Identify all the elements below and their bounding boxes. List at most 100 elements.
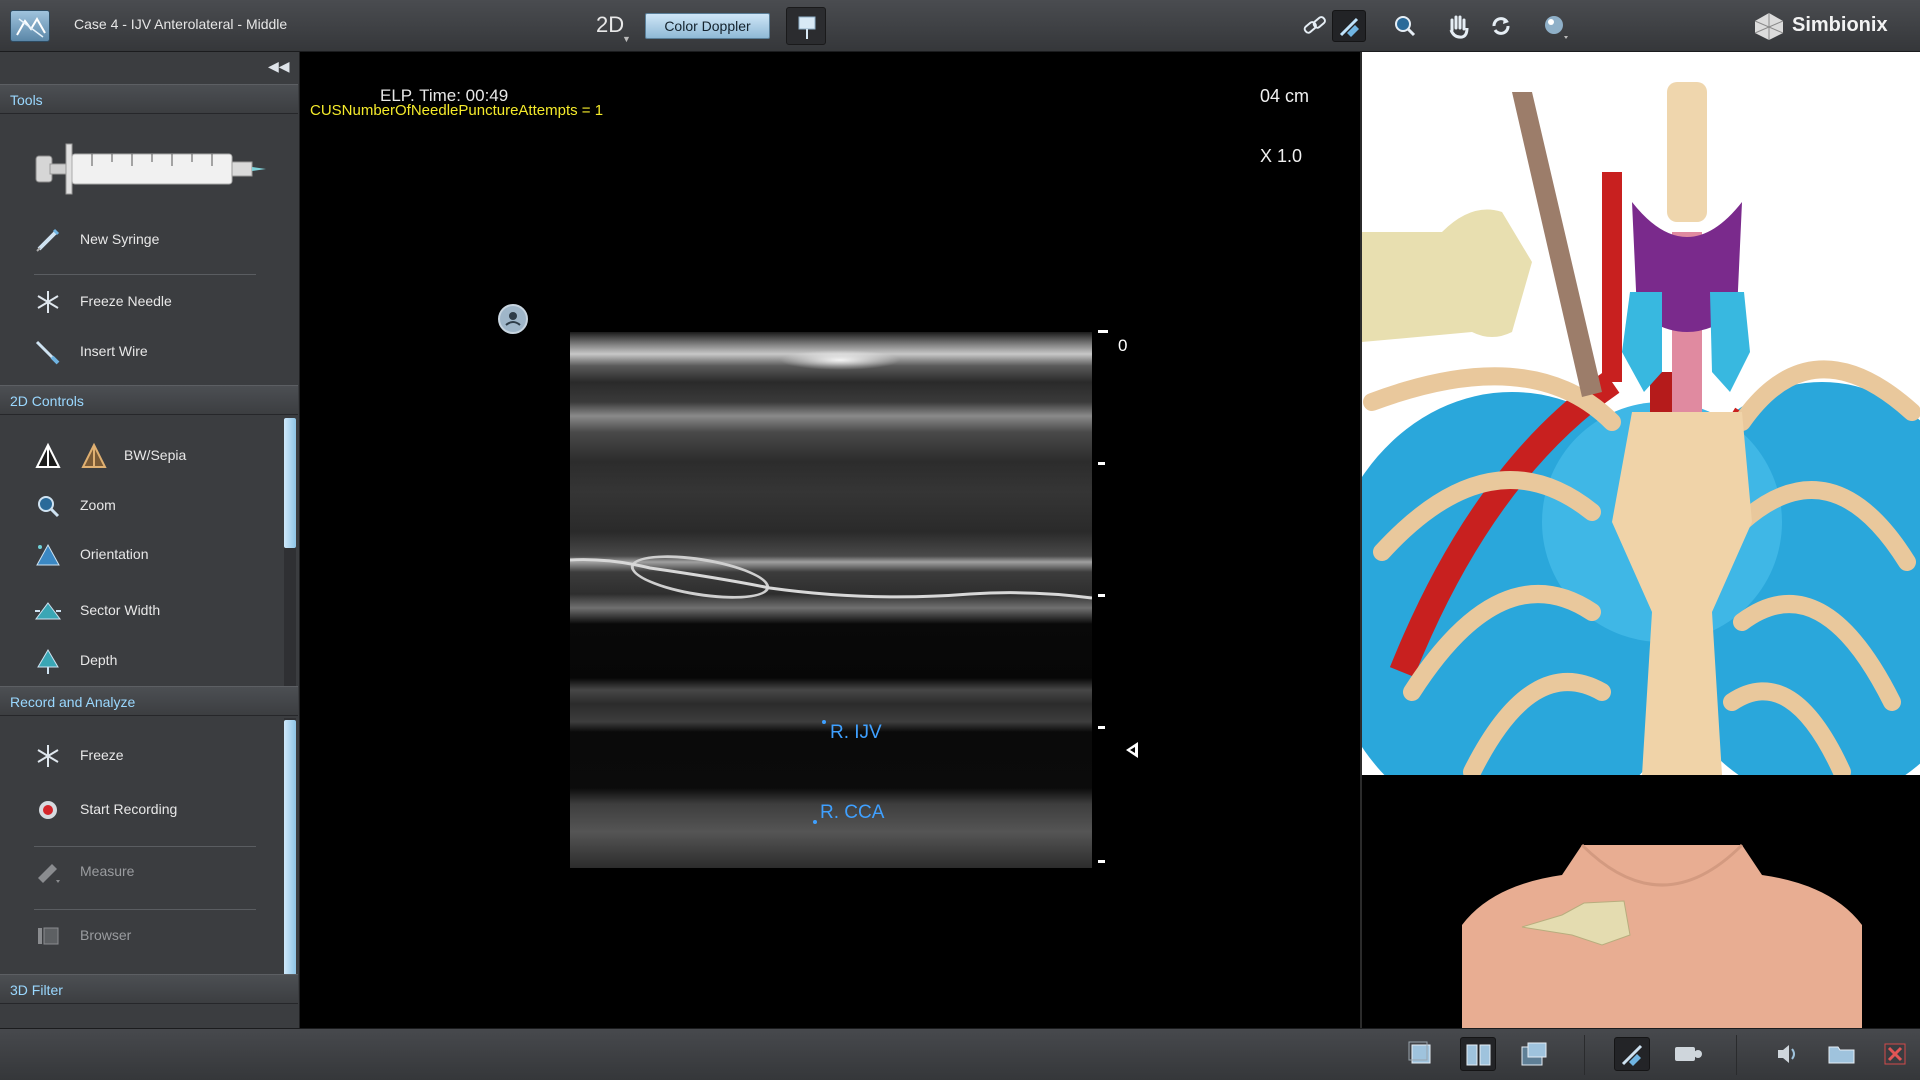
depth-button[interactable]: Depth [0, 641, 280, 681]
simulator-window: Case 4 - IJV Anterolateral - Middle 2D ▼… [0, 0, 1920, 1080]
ultrasound-viewport[interactable]: ELP. Time: 00:49 CUSNumberOfNeedlePunctu… [300, 52, 1360, 1028]
divider [34, 274, 256, 275]
orientation-button[interactable]: Orientation [0, 535, 280, 575]
depth-tick [1098, 330, 1108, 333]
toolbar-separator [1584, 1035, 1585, 1075]
ijv-marker [822, 720, 826, 724]
hand-pan-icon[interactable] [1442, 10, 1476, 42]
collapse-panel-icon[interactable]: ◀◀ [268, 58, 290, 75]
depth-readout: 04 cm [1260, 86, 1310, 106]
section-header-record-analyze[interactable]: Record and Analyze [0, 686, 298, 716]
freeze-button[interactable]: Freeze [0, 736, 280, 776]
measure-label: Measure [80, 863, 135, 879]
orientation-icon [34, 541, 62, 569]
cca-marker [813, 820, 817, 824]
overlay-view-icon[interactable] [1516, 1037, 1552, 1071]
app-logo[interactable] [10, 10, 50, 42]
new-syringe-label: New Syringe [80, 231, 160, 247]
zoom-button[interactable]: Zoom [0, 486, 280, 526]
bw-icon[interactable] [34, 442, 62, 470]
bw-sepia-toggle[interactable]: BW/Sepia [0, 436, 230, 476]
simbionix-logo-icon [1752, 10, 1786, 42]
snowflake-icon [34, 288, 62, 316]
browser-icon [34, 922, 62, 950]
depth-tick [1098, 726, 1105, 729]
mode-2d-dropdown[interactable]: 2D [596, 12, 624, 38]
start-recording-button[interactable]: Start Recording [0, 790, 280, 830]
new-syringe-button[interactable]: New Syringe [0, 220, 280, 260]
section-header-tools[interactable]: Tools [0, 84, 298, 114]
insert-wire-label: Insert Wire [80, 343, 148, 359]
patient-neck-model [1462, 843, 1862, 1028]
divider [34, 846, 256, 847]
zoom-magnifier-icon[interactable] [1388, 10, 1422, 42]
patient-external-view[interactable] [1360, 775, 1920, 1028]
sector-width-button[interactable]: Sector Width [0, 591, 280, 631]
divider [34, 909, 256, 910]
section-title: 2D Controls [10, 393, 84, 409]
browser-button[interactable]: Browser [0, 916, 280, 956]
pin-button[interactable] [786, 7, 826, 45]
section-title: 3D Filter [10, 982, 63, 998]
anatomy-3d-view[interactable] [1360, 52, 1920, 775]
depth-tick [1098, 860, 1105, 863]
syringe-icon [34, 226, 62, 254]
case-title: Case 4 - IJV Anterolateral - Middle [74, 16, 288, 32]
lighting-sphere-icon[interactable] [1538, 10, 1572, 42]
rotate-icon[interactable] [1484, 10, 1518, 42]
brand-name: Simbionix [1792, 14, 1888, 36]
camera-icon[interactable] [1670, 1037, 1706, 1071]
record-icon [34, 796, 62, 824]
probe-orientation-icon[interactable] [498, 304, 528, 334]
bottom-toolbar [0, 1028, 1920, 1080]
scrollbar-thumb[interactable] [284, 720, 296, 992]
bw-sepia-label: BW/Sepia [124, 447, 187, 463]
needle-guide-icon[interactable] [1332, 10, 1366, 42]
close-icon[interactable] [1878, 1037, 1914, 1071]
measure-button[interactable]: Measure [0, 852, 280, 892]
depth-tick [1098, 594, 1105, 597]
zoom-readout: X 1.0 [1260, 146, 1303, 166]
ijv-label: R. IJV [830, 722, 882, 743]
sepia-icon[interactable] [80, 442, 108, 470]
color-doppler-button[interactable]: Color Doppler [645, 13, 770, 39]
wire-icon [34, 338, 62, 366]
browser-label: Browser [80, 927, 132, 943]
scrollbar-2d-controls[interactable] [284, 418, 296, 688]
left-control-panel: ◀◀ Tools New Syringe Freeze Needle Inser… [0, 52, 300, 1028]
dual-view-icon[interactable] [1460, 1037, 1496, 1071]
single-view-icon[interactable] [1404, 1037, 1440, 1071]
depth-label: Depth [80, 652, 118, 668]
depth-tick [1098, 462, 1105, 465]
anatomy-model [1362, 82, 1920, 775]
depth-icon [34, 647, 62, 675]
freeze-needle-button[interactable]: Freeze Needle [0, 282, 280, 322]
section-header-2d-controls[interactable]: 2D Controls [0, 385, 298, 415]
needle-attempts-counter: CUSNumberOfNeedlePunctureAttempts = 1 [310, 102, 604, 119]
needle-tool-icon[interactable] [1614, 1037, 1650, 1071]
insert-wire-button[interactable]: Insert Wire [0, 332, 280, 372]
scrollbar-record-analyze[interactable] [284, 718, 296, 992]
zoom-label: Zoom [80, 497, 116, 513]
section-title: Record and Analyze [10, 694, 136, 710]
link-icon[interactable] [1298, 10, 1332, 42]
sector-width-label: Sector Width [80, 602, 161, 618]
sector-width-icon [34, 597, 62, 625]
fascia-line [570, 552, 1092, 612]
pin-icon [798, 16, 816, 39]
scrollbar-thumb[interactable] [284, 418, 296, 548]
focus-marker-inner [1130, 747, 1135, 753]
start-recording-label: Start Recording [80, 801, 178, 817]
speaker-icon[interactable] [1770, 1037, 1806, 1071]
syringe-illustration [32, 134, 272, 204]
ruler-icon [34, 858, 62, 886]
snowflake-icon [34, 742, 62, 770]
section-header-3d-filter[interactable]: 3D Filter [0, 974, 298, 1004]
depth-scale-zero: 0 [1118, 336, 1128, 355]
zoom-icon [34, 492, 62, 520]
folder-icon[interactable] [1824, 1037, 1860, 1071]
cca-label: R. CCA [820, 802, 885, 823]
section-title: Tools [10, 92, 43, 108]
chevron-down-icon[interactable]: ▼ [622, 34, 631, 44]
orientation-label: Orientation [80, 546, 149, 562]
